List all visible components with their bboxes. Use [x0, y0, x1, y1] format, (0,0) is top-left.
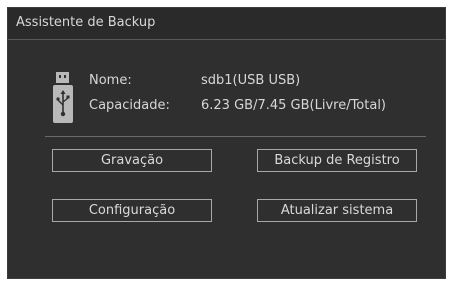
configuration-button[interactable]: Configuração [52, 199, 212, 222]
backup-assistant-dialog: Assistente de Backup Nome: sdb1(USB USB)… [7, 7, 446, 279]
capacity-value: 6.23 GB/7.45 GB(Livre/Total) [201, 98, 387, 113]
name-value: sdb1(USB USB) [201, 73, 301, 88]
divider [45, 136, 426, 137]
log-backup-button[interactable]: Backup de Registro [257, 149, 417, 172]
recording-button[interactable]: Gravação [52, 149, 212, 172]
capacity-label: Capacidade: [89, 98, 170, 113]
dialog-titlebar: Assistente de Backup [8, 8, 445, 40]
update-system-button[interactable]: Atualizar sistema [257, 199, 417, 222]
usb-drive-icon [52, 72, 74, 124]
dialog-title: Assistente de Backup [16, 15, 156, 30]
name-label: Nome: [89, 73, 132, 88]
